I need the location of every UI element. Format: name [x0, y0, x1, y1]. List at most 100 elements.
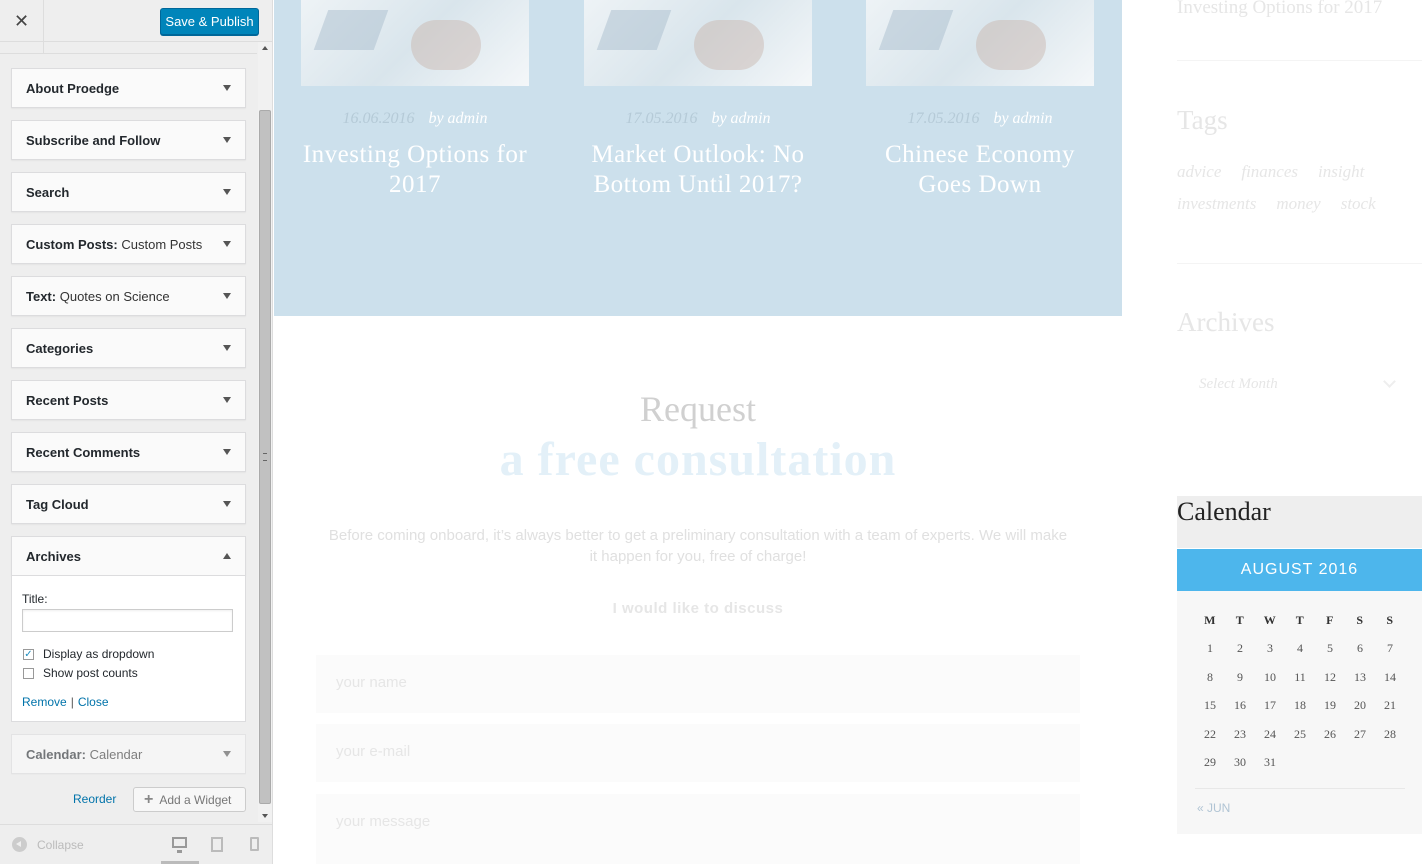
calendar-day: 15 [1204, 698, 1216, 713]
calendar-day: 29 [1204, 755, 1216, 770]
scroll-up-arrow[interactable] [262, 46, 268, 50]
tag-link[interactable]: advice [1177, 156, 1221, 188]
archives-widget-form: Title: ✓ Display as dropdown Show post c… [11, 576, 246, 722]
widget-subtitle: Quotes on Science [59, 289, 170, 304]
calendar-day: 24 [1264, 726, 1276, 741]
chevron-down-icon[interactable] [223, 241, 231, 247]
post-author[interactable]: by admin [993, 110, 1052, 127]
scroll-thumb[interactable] [259, 110, 271, 804]
tag-link[interactable]: finances [1241, 156, 1298, 188]
chevron-down-icon[interactable] [223, 501, 231, 507]
save-publish-button[interactable]: Save & Publish [160, 8, 259, 35]
calendar-table: M T W T F S S 1 2 3 4 5 6 7 8 9 10 11 12 13 14 15 16 17 18 19 20 21… [1177, 591, 1422, 834]
calendar-week-row: 8 9 10 11 12 13 14 [1195, 663, 1405, 692]
calendar-day: 30 [1234, 755, 1246, 770]
tag-link[interactable]: money [1276, 188, 1320, 220]
calendar-day: 18 [1294, 698, 1306, 713]
site-preview: 16.06.2016 by admin Investing Options for… [274, 0, 1422, 864]
post-thumbnail[interactable] [584, 0, 812, 86]
widget-title: Custom Posts: Custom Posts [26, 237, 203, 252]
chevron-down-icon[interactable] [223, 189, 231, 195]
add-widget-button[interactable]: + Add a Widget [133, 787, 246, 812]
chevron-down-icon[interactable] [223, 751, 231, 757]
widget-archives[interactable]: Archives [11, 536, 246, 576]
calendar-day: 25 [1294, 726, 1306, 741]
month-select[interactable]: Select Month [1177, 365, 1417, 407]
show-counts-checkbox[interactable] [23, 667, 34, 679]
calendar-day: 11 [1294, 669, 1306, 684]
widget-item[interactable]: Subscribe and Follow [11, 120, 246, 160]
name-field[interactable]: your name [316, 655, 1080, 713]
tag-link[interactable]: investments [1177, 188, 1256, 220]
panel-scrollbar[interactable] [258, 42, 272, 822]
widget-item[interactable]: About Proedge [11, 68, 246, 108]
post-title[interactable]: Chinese Economy Goes Down [866, 140, 1094, 200]
weekday-label: T [1295, 612, 1305, 627]
chevron-up-icon[interactable] [223, 553, 231, 559]
chevron-down-icon[interactable] [223, 293, 231, 299]
collapse-button[interactable]: Collapse [12, 837, 84, 852]
weekday-label: S [1356, 612, 1364, 627]
post-title[interactable]: Market Outlook: No Bottom Until 2017? [584, 140, 812, 200]
calendar-day: 2 [1237, 641, 1243, 656]
weekday-label: T [1235, 612, 1245, 627]
chevron-down-icon[interactable] [223, 137, 231, 143]
widget-item[interactable]: Recent Posts [11, 380, 246, 420]
calendar-day: 8 [1207, 669, 1213, 684]
close-customizer-button[interactable]: ✕ [0, 0, 44, 42]
show-counts-option[interactable]: Show post counts [23, 666, 138, 680]
show-counts-label: Show post counts [43, 666, 138, 680]
add-widget-label: Add a Widget [159, 792, 232, 807]
email-field[interactable]: your e-mail [316, 724, 1080, 782]
tag-link[interactable]: insight [1318, 156, 1364, 188]
post-title[interactable]: Investing Options for 2017 [301, 140, 529, 200]
post-thumbnail[interactable] [301, 0, 529, 86]
widget-item[interactable]: Tag Cloud [11, 484, 246, 524]
display-dropdown-checkbox[interactable]: ✓ [23, 648, 34, 660]
widget-title: Subscribe and Follow [26, 133, 161, 148]
calendar-day: 17 [1264, 698, 1276, 713]
calendar-weekday-row: MTWTFSS [1195, 606, 1405, 635]
widget-item[interactable]: Recent Comments [11, 432, 246, 472]
widget-item[interactable]: Text: Quotes on Science [11, 276, 246, 316]
tablet-preview-icon[interactable] [211, 837, 223, 852]
archives-heading: Archives [1177, 307, 1275, 337]
mobile-preview-icon[interactable] [250, 837, 259, 851]
tag-link[interactable]: stock [1341, 188, 1376, 220]
chevron-down-icon[interactable] [223, 345, 231, 351]
message-placeholder: your message [336, 813, 431, 830]
post-thumbnail[interactable] [866, 0, 1094, 86]
close-link[interactable]: Close [78, 695, 109, 709]
calendar-day: 7 [1387, 641, 1393, 656]
customizer-footer: Collapse [0, 824, 272, 864]
calendar-prev-link[interactable]: « JUN [1197, 801, 1230, 815]
chevron-down-icon[interactable] [223, 397, 231, 403]
widget-title: Calendar: Calendar [26, 747, 143, 762]
scroll-down-arrow[interactable] [262, 814, 268, 818]
reorder-link[interactable]: Reorder [73, 792, 116, 806]
remove-link[interactable]: Remove [22, 695, 67, 709]
widget-item[interactable]: Categories [11, 328, 246, 368]
tag-cloud: advice finances insight investments money sto… [1177, 156, 1417, 220]
display-dropdown-option[interactable]: ✓ Display as dropdown [23, 647, 154, 661]
link-separator: | [70, 695, 74, 709]
widget-item[interactable]: Search [11, 172, 246, 212]
message-field[interactable]: your message [316, 794, 1080, 864]
widget-item[interactable]: Custom Posts: Custom Posts [11, 224, 246, 264]
sidebar-recent-post-link[interactable]: Investing Options for 2017 [1177, 0, 1382, 19]
request-heading-line1: Request [640, 389, 756, 429]
calendar-day: 26 [1324, 726, 1336, 741]
post-date: 17.05.2016 [907, 110, 980, 127]
title-input[interactable] [22, 609, 233, 632]
widget-title: Tag Cloud [26, 497, 89, 512]
widget-calendar[interactable]: Calendar: Calendar [11, 734, 246, 774]
chevron-down-icon[interactable] [223, 449, 231, 455]
desktop-preview-icon[interactable] [172, 837, 187, 853]
chevron-down-icon[interactable] [223, 85, 231, 91]
post-author[interactable]: by admin [711, 110, 770, 127]
display-dropdown-label: Display as dropdown [43, 647, 155, 661]
calendar-day: 10 [1264, 669, 1276, 684]
discuss-label: I would like to discuss [612, 600, 784, 617]
calendar-day: 16 [1234, 698, 1246, 713]
post-author[interactable]: by admin [428, 110, 487, 127]
